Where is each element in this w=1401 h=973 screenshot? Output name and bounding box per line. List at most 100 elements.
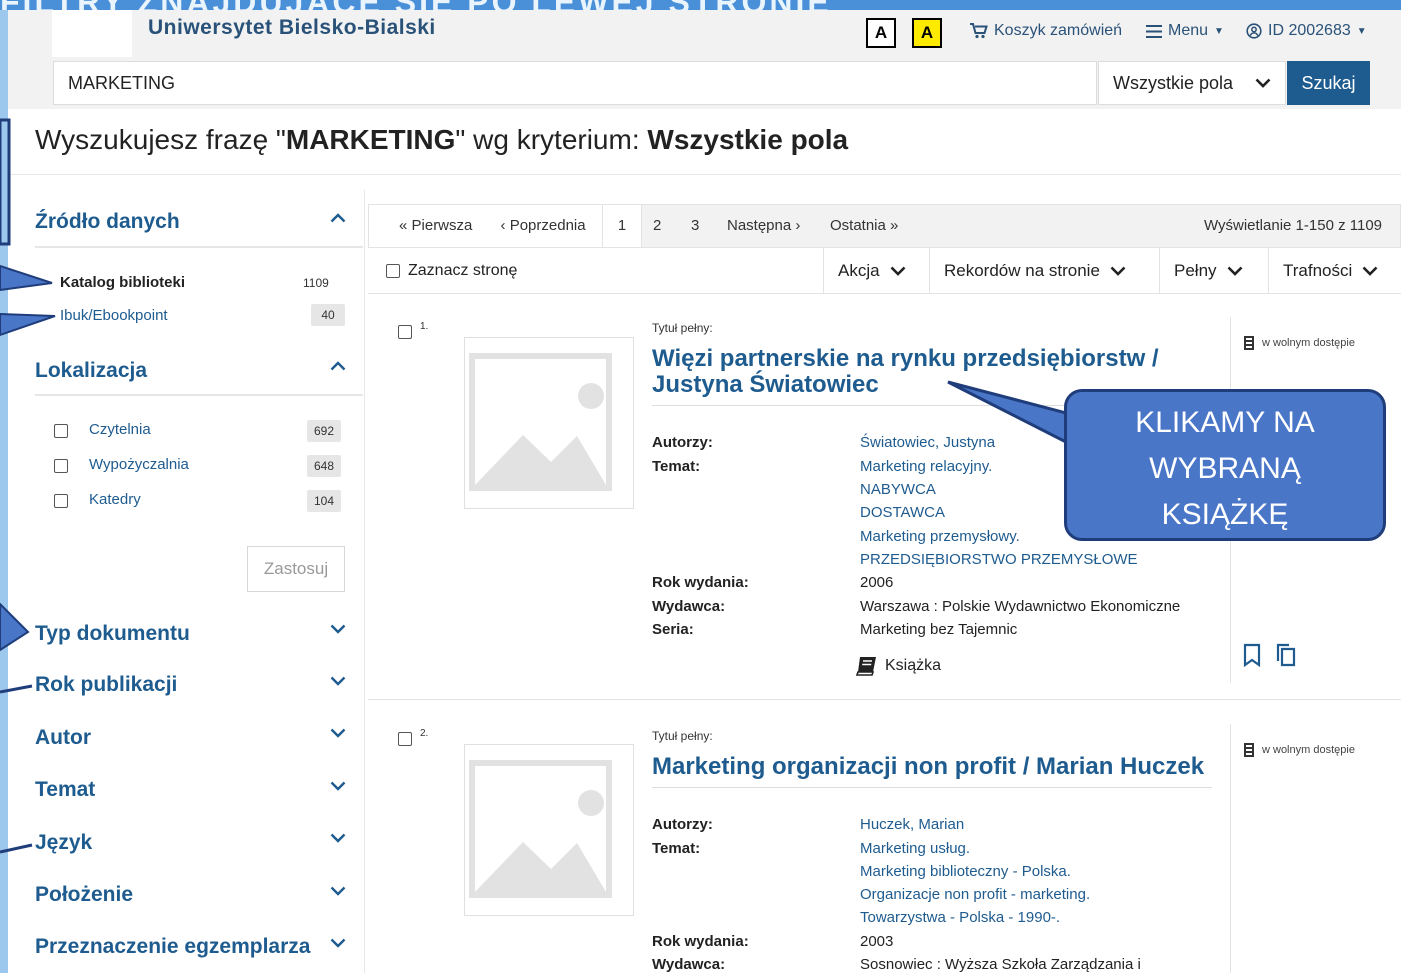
user-id-icon: [1246, 23, 1262, 39]
pagination-page-2[interactable]: 2: [653, 205, 667, 247]
chevron-down-icon[interactable]: [330, 621, 346, 639]
facet-title-language[interactable]: Język: [35, 831, 92, 855]
facet-count: 648: [307, 455, 341, 477]
subject-link[interactable]: Marketing biblioteczny - Polska.: [860, 863, 1071, 880]
series-label: Seria:: [652, 621, 694, 638]
cart-icon: [970, 23, 988, 39]
cart-link[interactable]: Koszyk zamówień: [970, 22, 1122, 40]
title-label: Tytuł pełny:: [652, 321, 713, 335]
facet-item-czytelnia[interactable]: Czytelnia: [89, 421, 151, 438]
instruction-callout: KLIKAMY NA WYBRANĄ KSIĄŻKĘ: [1064, 389, 1386, 541]
pagination-next[interactable]: Następna ›: [727, 205, 800, 247]
chevron-up-icon[interactable]: [330, 210, 346, 228]
sort-dropdown[interactable]: Trafności: [1268, 248, 1401, 294]
facet-title-placement[interactable]: Położenie: [35, 883, 133, 907]
location-checkbox[interactable]: [54, 459, 68, 473]
pagination-page-3[interactable]: 3: [691, 205, 705, 247]
pagination-page-1[interactable]: 1: [602, 205, 642, 247]
subject-link[interactable]: DOSTAWCA: [860, 504, 945, 521]
heading-prefix: Wyszukujesz frazę ": [35, 124, 286, 155]
university-name[interactable]: Uniwersytet Bielsko-Bialski: [148, 16, 436, 40]
per-page-dropdown[interactable]: Rekordów na stronie: [929, 248, 1159, 294]
contrast-high-button[interactable]: A: [912, 18, 942, 48]
pagination: « Pierwsza ‹ Poprzednia 1 2 3 Następna ›…: [368, 204, 1401, 248]
subject-label: Temat:: [652, 840, 701, 857]
menu-dropdown[interactable]: Menu ▼: [1146, 22, 1224, 40]
caret-down-icon: ▼: [1356, 25, 1367, 37]
bookmark-icon[interactable]: [1243, 643, 1261, 667]
chevron-down-icon[interactable]: [330, 725, 346, 743]
facet-divider: [35, 246, 363, 248]
facet-item-ibuk[interactable]: Ibuk/Ebookpoint: [60, 307, 168, 324]
chevron-down-icon[interactable]: [330, 883, 346, 901]
university-logo[interactable]: [52, 10, 132, 58]
search-button[interactable]: Szukaj: [1287, 61, 1370, 105]
view-label: Pełny: [1174, 261, 1217, 280]
chevron-down-icon[interactable]: [330, 673, 346, 691]
facet-item-katedry[interactable]: Katedry: [89, 491, 141, 508]
subject-link[interactable]: NABYWCA: [860, 481, 936, 498]
subject-link[interactable]: Organizacje non profit - marketing.: [860, 886, 1090, 903]
search-input[interactable]: [53, 61, 1097, 105]
chevron-down-icon[interactable]: [330, 778, 346, 796]
banner-slogan: FILTRY ZNAJDUJĄCE SIĘ PO LEWEJ STRONIE: [0, 0, 832, 10]
record-thumbnail[interactable]: [464, 337, 634, 509]
record-checkbox[interactable]: [398, 732, 412, 746]
image-placeholder-icon: [469, 760, 612, 898]
contrast-normal-button[interactable]: A: [866, 18, 896, 48]
access-label: w wolnym dostępie: [1262, 744, 1355, 756]
subject-link[interactable]: Towarzystwa - Polska - 1990-.: [860, 909, 1060, 926]
facet-title-purpose[interactable]: Przeznaczenie egzemplarza: [35, 935, 310, 959]
subject-link[interactable]: Marketing relacyjny.: [860, 458, 992, 475]
apply-filter-button[interactable]: Zastosuj: [247, 546, 345, 592]
building-icon: [1244, 336, 1254, 350]
select-page-label: Zaznacz stronę: [408, 262, 518, 279]
pagination-prev[interactable]: ‹ Poprzednia: [501, 217, 586, 234]
facet-title-location[interactable]: Lokalizacja: [35, 359, 147, 383]
search-field-select[interactable]: Wszystkie pola: [1098, 61, 1286, 105]
facet-item-wypozyczalnia[interactable]: Wypożyczalnia: [89, 456, 189, 473]
location-checkbox[interactable]: [54, 494, 68, 508]
facet-title-source[interactable]: Źródło danych: [35, 210, 180, 234]
user-id-label: ID 2002683: [1268, 22, 1351, 39]
location-checkbox[interactable]: [54, 424, 68, 438]
facet-item-katalog[interactable]: Katalog biblioteki: [60, 274, 185, 291]
select-page-control[interactable]: Zaznacz stronę: [386, 248, 517, 294]
facet-divider: [35, 394, 363, 396]
site-header: Uniwersytet Bielsko-Bialski A A Koszyk z…: [8, 10, 1401, 58]
book-icon: [855, 657, 876, 676]
author-link[interactable]: Huczek, Marian: [860, 816, 964, 833]
document-type: Książka: [855, 656, 941, 676]
publisher-label: Wydawca:: [652, 956, 726, 973]
chevron-down-icon: [1227, 263, 1243, 280]
record-title[interactable]: Marketing organizacji non profit / Maria…: [652, 754, 1217, 780]
author-link[interactable]: Światowiec, Justyna: [860, 434, 995, 451]
view-dropdown[interactable]: Pełny: [1159, 248, 1268, 294]
subject-link[interactable]: Marketing przemysłowy.: [860, 528, 1020, 545]
subject-link[interactable]: PRZEDSIĘBIORSTWO PRZEMYSŁOWE: [860, 551, 1138, 568]
sidebar-divider: [364, 190, 365, 973]
facet-title-author[interactable]: Autor: [35, 726, 91, 750]
record-thumbnail[interactable]: [464, 744, 634, 916]
facet-title-subject[interactable]: Temat: [35, 778, 95, 802]
facet-count: 104: [307, 490, 341, 512]
facet-title-year[interactable]: Rok publikacji: [35, 673, 177, 697]
chevron-down-icon[interactable]: [330, 830, 346, 848]
select-page-checkbox[interactable]: [386, 264, 400, 278]
subject-link[interactable]: Marketing usług.: [860, 840, 970, 857]
record-checkbox[interactable]: [398, 325, 412, 339]
copy-icon[interactable]: [1275, 643, 1297, 667]
facet-count: 1109: [303, 276, 329, 290]
authors-label: Autorzy:: [652, 434, 713, 451]
authors-label: Autorzy:: [652, 816, 713, 833]
action-dropdown[interactable]: Akcja: [823, 248, 929, 294]
chevron-up-icon[interactable]: [330, 358, 346, 376]
pagination-first[interactable]: « Pierwsza: [399, 217, 472, 234]
heading-divider: [8, 174, 1401, 175]
chevron-down-icon[interactable]: [330, 935, 346, 953]
sort-label: Trafności: [1283, 261, 1353, 280]
pagination-last[interactable]: Ostatnia »: [830, 205, 898, 247]
user-account-dropdown[interactable]: ID 2002683 ▼: [1246, 22, 1367, 40]
year-label: Rok wydania:: [652, 933, 749, 950]
facet-title-doctype[interactable]: Typ dokumentu: [35, 622, 190, 646]
